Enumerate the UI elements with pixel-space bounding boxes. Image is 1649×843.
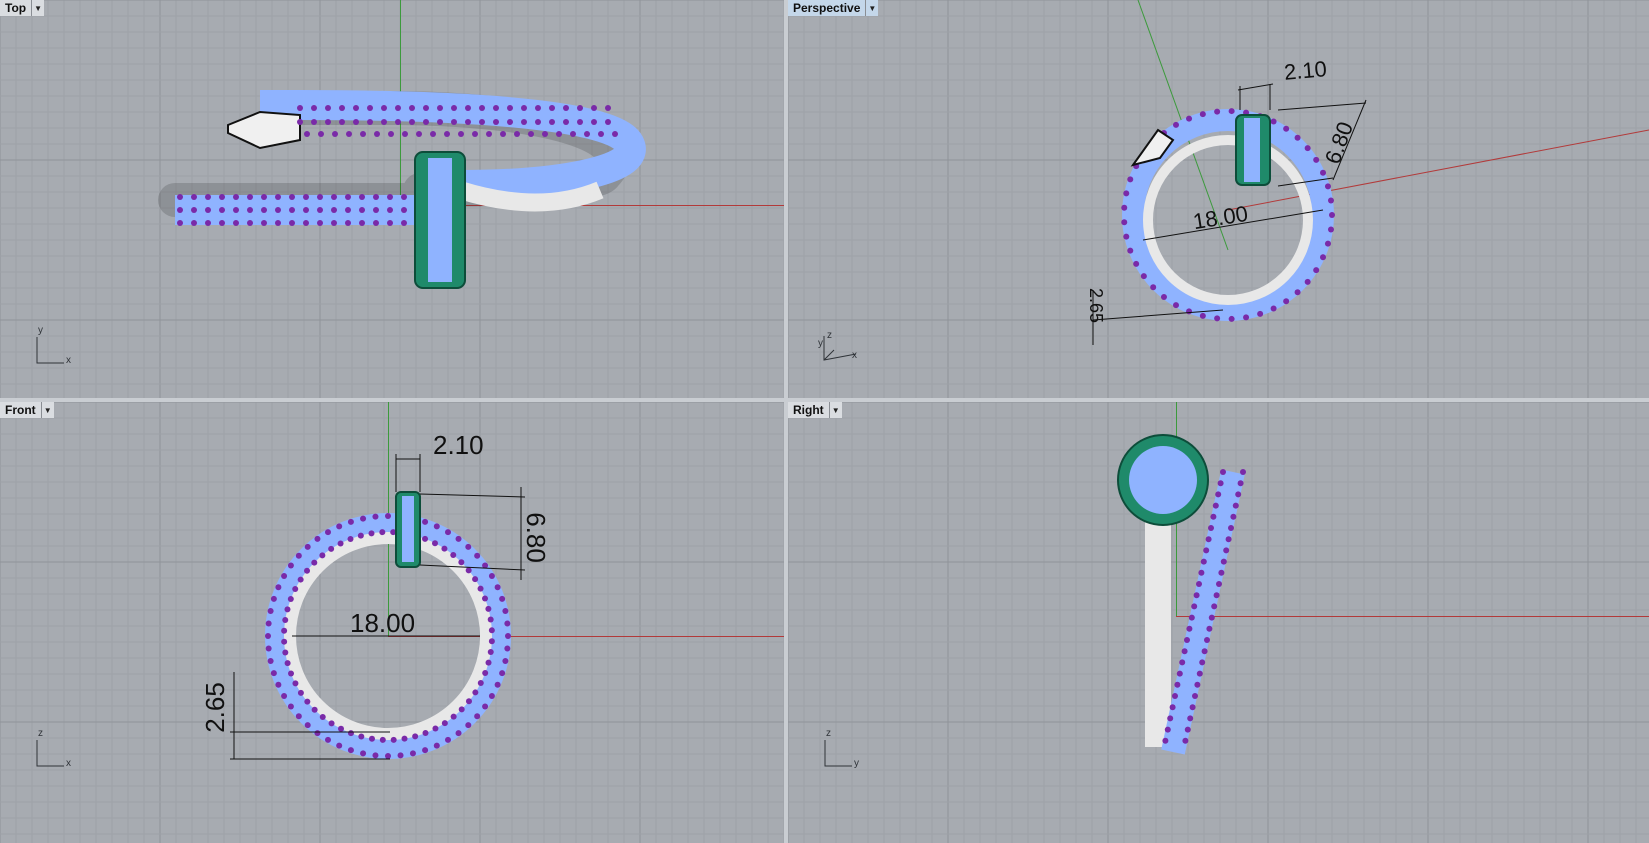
axis-indicator-right: z y <box>820 728 870 773</box>
chevron-down-icon[interactable]: ▼ <box>32 0 45 16</box>
viewport-label-top: Top <box>0 0 33 16</box>
viewport-label-perspective: Perspective <box>788 0 867 16</box>
viewport-tab-right[interactable]: Right ▼ <box>788 402 842 418</box>
viewport-tab-top[interactable]: Top ▼ <box>0 0 45 16</box>
viewport-label-front: Front <box>0 402 42 418</box>
axis-indicator-top: y x <box>32 325 82 370</box>
axis-label-z: z <box>38 728 43 739</box>
chevron-down-icon[interactable]: ▼ <box>866 0 879 16</box>
viewport-front[interactable]: Front ▼ 2.10 6.80 18.00 2.65 z x <box>0 402 784 843</box>
axis-label-x: x <box>66 758 71 769</box>
axis-label-z: z <box>826 728 831 739</box>
axis-label-y: y <box>818 338 823 349</box>
dimension-width-perspective[interactable]: 2.10 <box>1283 56 1328 86</box>
chevron-down-icon[interactable]: ▼ <box>829 402 842 418</box>
dimension-thickness-front[interactable]: 2.65 <box>200 682 231 733</box>
dimension-height-front[interactable]: 6.80 <box>520 512 551 563</box>
viewport-tab-perspective[interactable]: Perspective ▼ <box>788 0 879 16</box>
axis-label-x: x <box>852 350 857 361</box>
axis-indicator-front: z x <box>32 728 82 773</box>
axis-indicator-perspective: z x y <box>816 330 866 370</box>
axis-label-z: z <box>827 330 832 341</box>
dimension-thickness-perspective[interactable]: 2.65 <box>1085 288 1106 323</box>
viewport-perspective[interactable]: Perspective ▼ 2.10 6.80 18.00 2.65 z x y <box>788 0 1649 398</box>
viewport-top[interactable]: Top ▼ y x <box>0 0 784 398</box>
viewport-label-right: Right <box>788 402 830 418</box>
ring-model-perspective <box>1092 0 1649 345</box>
axis-label-y: y <box>854 758 859 769</box>
chevron-down-icon[interactable]: ▼ <box>41 402 54 418</box>
axis-label-y: y <box>38 325 43 336</box>
viewport-right[interactable]: Right ▼ z y <box>788 402 1649 843</box>
ring-model-top <box>158 90 646 289</box>
axis-label-x: x <box>66 355 71 366</box>
viewport-tab-front[interactable]: Front ▼ <box>0 402 54 418</box>
ring-model-right <box>1117 434 1246 755</box>
dimension-width-front[interactable]: 2.10 <box>433 430 484 461</box>
dimension-diameter-front[interactable]: 18.00 <box>350 608 415 639</box>
